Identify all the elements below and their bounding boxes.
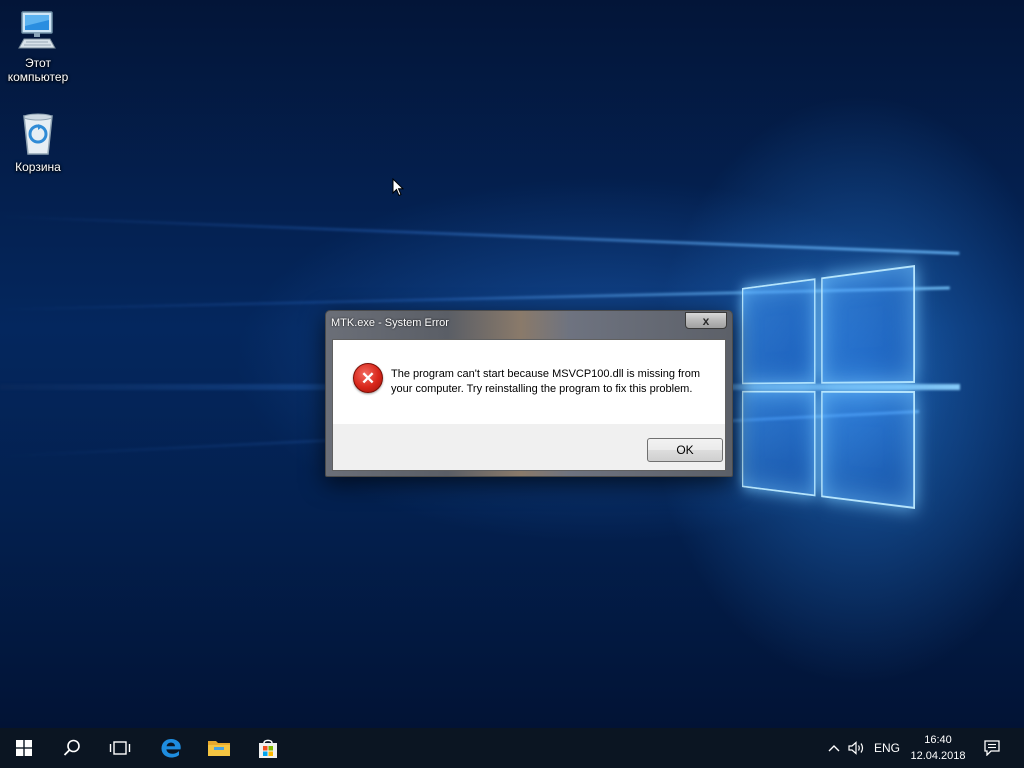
edge-button[interactable]: [147, 728, 195, 768]
task-view-button[interactable]: [96, 728, 144, 768]
error-icon: ✕: [353, 363, 383, 393]
windows-logo-wallpaper: [742, 265, 915, 515]
dialog-footer: OK: [333, 424, 725, 470]
error-message: The program can't start because MSVCP100…: [391, 368, 700, 395]
action-center-button[interactable]: [978, 728, 1006, 768]
file-explorer-button[interactable]: [195, 728, 243, 768]
file-explorer-icon: [208, 741, 230, 756]
store-button[interactable]: [244, 728, 292, 768]
close-button[interactable]: x: [685, 312, 727, 329]
notification-icon: [984, 740, 1000, 756]
desktop-icon-label: Этот компьютер: [7, 56, 69, 84]
search-button[interactable]: [48, 728, 96, 768]
desktop-icon-label: Корзина: [15, 160, 61, 174]
desktop-icon-recycle-bin[interactable]: Корзина: [0, 112, 76, 174]
clock-date: 12.04.2018: [910, 750, 966, 762]
search-icon: [63, 739, 80, 756]
mouse-cursor-icon: [392, 178, 404, 197]
dialog-title: MTK.exe - System Error: [331, 317, 449, 329]
chevron-up-icon: [828, 745, 840, 752]
dialog-body: ✕ The program can't start because MSVCP1…: [333, 340, 725, 424]
desktop: Этот компьютер Корзина MTK.exe - System …: [0, 0, 1024, 728]
recycle-bin-icon: [23, 113, 53, 155]
taskbar: ENG 16:40 12.04.2018: [0, 728, 1024, 768]
desktop-icon-this-pc[interactable]: Этот компьютер: [0, 8, 76, 84]
volume-button[interactable]: [846, 728, 868, 768]
clock[interactable]: 16:40 12.04.2018: [908, 732, 968, 764]
store-icon: [259, 739, 277, 758]
ok-button[interactable]: OK: [647, 438, 723, 462]
start-button[interactable]: [0, 728, 48, 768]
dialog-client-area: ✕ The program can't start because MSVCP1…: [332, 339, 726, 471]
task-view-icon: [109, 741, 131, 755]
input-language-button[interactable]: ENG: [870, 728, 904, 768]
show-hidden-icons-button[interactable]: [824, 728, 844, 768]
close-icon: x: [702, 313, 710, 328]
system-error-dialog: MTK.exe - System Error x ✕ The program c…: [325, 310, 733, 477]
start-icon: [16, 740, 32, 756]
edge-icon: [161, 739, 181, 758]
speaker-icon: [848, 741, 864, 755]
clock-time: 16:40: [924, 734, 952, 746]
this-pc-icon: [18, 11, 56, 49]
light-beam: [0, 215, 960, 255]
